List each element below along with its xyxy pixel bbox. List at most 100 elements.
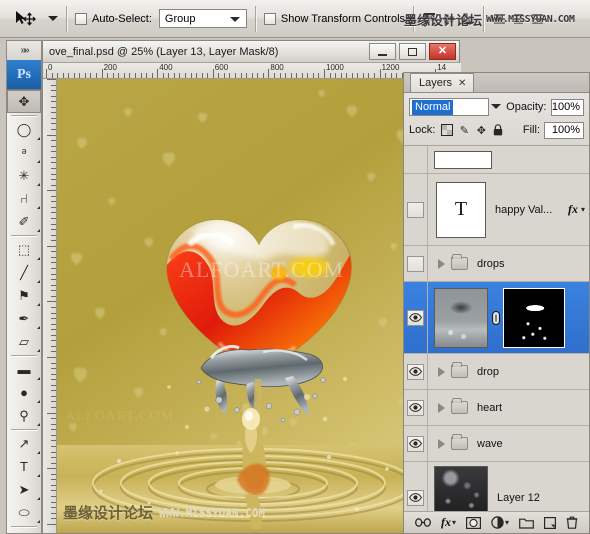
move-tool-icon[interactable]: ✥ bbox=[7, 90, 41, 113]
eraser-tool-icon[interactable]: ▱ bbox=[7, 330, 41, 353]
tool-flyout-triangle-icon[interactable] bbox=[37, 137, 40, 140]
layer-visibility-toggle[interactable] bbox=[404, 390, 428, 425]
tab-layers[interactable]: Layers ✕ bbox=[410, 73, 475, 92]
distribute-left-edges-icon[interactable] bbox=[492, 11, 507, 26]
layer-row-body[interactable]: drop bbox=[428, 354, 589, 389]
distribute-right-edges-icon[interactable] bbox=[530, 11, 545, 26]
layer-row[interactable]: drop bbox=[404, 354, 589, 390]
tool-flyout-triangle-icon[interactable] bbox=[37, 257, 40, 260]
layer-visibility-toggle[interactable] bbox=[404, 426, 428, 461]
tool-flyout-triangle-icon[interactable] bbox=[37, 280, 40, 283]
layer-row-body[interactable]: drops bbox=[428, 246, 589, 281]
move-tool-icon[interactable] bbox=[8, 7, 42, 31]
layer-row-body[interactable] bbox=[428, 282, 589, 353]
layer-row[interactable]: wave bbox=[404, 426, 589, 462]
marquee-tool-icon[interactable]: ◯ bbox=[7, 118, 41, 141]
new-group-icon[interactable] bbox=[519, 517, 534, 529]
layer-list[interactable]: Thappy Val... fx ▾ drops drop heart wave Layer … bbox=[404, 146, 589, 511]
layer-visibility-toggle[interactable] bbox=[404, 282, 428, 353]
toolbox-collapse-button[interactable]: »» bbox=[6, 40, 42, 60]
layer-row[interactable] bbox=[404, 146, 589, 174]
minimize-button[interactable] bbox=[369, 43, 396, 60]
align-top-edges-icon[interactable] bbox=[422, 11, 437, 26]
shape-tool-icon[interactable]: ⬭ bbox=[7, 501, 41, 524]
brush-tool-icon[interactable]: ╱ bbox=[7, 261, 41, 284]
tool-flyout-triangle-icon[interactable] bbox=[37, 349, 40, 352]
tool-flyout-triangle-icon[interactable] bbox=[37, 497, 40, 500]
tool-flyout-triangle-icon[interactable] bbox=[37, 183, 40, 186]
layer-row[interactable]: Layer 12 bbox=[404, 462, 589, 511]
document-titlebar[interactable]: ove_final.psd @ 25% (Layer 13, Layer Mas… bbox=[43, 41, 459, 63]
align-bottom-edges-icon[interactable] bbox=[460, 11, 475, 26]
layer-thumbnail-partial[interactable] bbox=[434, 150, 492, 169]
distribute-centers-icon[interactable] bbox=[511, 11, 526, 26]
auto-select-checkbox[interactable] bbox=[75, 12, 87, 25]
canvas-area[interactable]: ALFOART.COM ALFOART.COM 墨缘设计论坛 WWW.MISSY… bbox=[57, 79, 459, 533]
eye-icon[interactable] bbox=[407, 309, 424, 326]
layer-effects-indicator[interactable]: fx ▾ bbox=[568, 202, 589, 217]
layer-visibility-toggle[interactable] bbox=[404, 174, 428, 245]
auto-select-dropdown[interactable]: Group bbox=[158, 9, 247, 28]
eye-off-icon[interactable] bbox=[407, 255, 424, 272]
layer-visibility-toggle[interactable] bbox=[404, 462, 428, 511]
notes-tool-icon[interactable]: ὜9 bbox=[7, 529, 41, 534]
add-layer-style-icon[interactable]: fx ▾ bbox=[441, 515, 456, 530]
blur-tool-icon[interactable]: ● bbox=[7, 381, 41, 404]
layer-visibility-toggle[interactable] bbox=[404, 146, 428, 173]
layer-thumbnail[interactable] bbox=[434, 465, 488, 511]
layer-thumbnail-text[interactable]: T bbox=[436, 181, 486, 238]
align-vertical-centers-icon[interactable] bbox=[441, 11, 456, 26]
group-disclosure-triangle-icon[interactable] bbox=[438, 366, 445, 377]
link-layers-icon[interactable] bbox=[415, 517, 431, 528]
new-adjustment-layer-icon[interactable]: ▾ bbox=[491, 516, 509, 529]
eye-icon[interactable] bbox=[407, 489, 424, 506]
eye-icon[interactable] bbox=[407, 399, 424, 416]
opacity-input[interactable]: 100% bbox=[550, 98, 584, 116]
lock-all-icon[interactable] bbox=[491, 123, 505, 137]
chevron-down-icon[interactable]: ▾ bbox=[581, 205, 585, 214]
tool-flyout-triangle-icon[interactable] bbox=[37, 474, 40, 477]
tool-flyout-triangle-icon[interactable] bbox=[37, 400, 40, 403]
crop-tool-icon[interactable]: ⑁ bbox=[7, 187, 41, 210]
eye-off-icon[interactable] bbox=[407, 201, 424, 218]
group-disclosure-triangle-icon[interactable] bbox=[438, 438, 445, 449]
lasso-tool-icon[interactable]: ᵊ bbox=[7, 141, 41, 164]
layer-visibility-toggle[interactable] bbox=[404, 354, 428, 389]
layer-row-body[interactable]: wave bbox=[428, 426, 589, 461]
chevron-down-icon[interactable] bbox=[491, 104, 502, 109]
history-brush-tool-icon[interactable]: ✒ bbox=[7, 307, 41, 330]
tool-flyout-triangle-icon[interactable] bbox=[37, 326, 40, 329]
close-button[interactable]: ✕ bbox=[429, 43, 456, 60]
fill-input[interactable]: 100% bbox=[544, 121, 584, 139]
vertical-ruler[interactable] bbox=[43, 79, 57, 533]
gradient-tool-icon[interactable]: ▬ bbox=[7, 358, 41, 381]
tool-preset-dropdown[interactable] bbox=[48, 16, 58, 21]
layer-row-body[interactable]: Thappy Val... fx ▾ bbox=[428, 174, 589, 245]
tool-flyout-triangle-icon[interactable] bbox=[37, 229, 40, 232]
eye-icon[interactable] bbox=[407, 363, 424, 380]
mask-link-icon[interactable] bbox=[491, 310, 500, 326]
eyedropper-tool-icon[interactable]: ✐ bbox=[7, 210, 41, 233]
blend-mode-dropdown[interactable]: Normal bbox=[409, 98, 490, 116]
group-disclosure-triangle-icon[interactable] bbox=[438, 402, 445, 413]
new-layer-icon[interactable] bbox=[543, 516, 556, 529]
layer-mask-thumbnail[interactable] bbox=[503, 287, 565, 348]
clone-stamp-tool-icon[interactable]: ⚑ bbox=[7, 284, 41, 307]
close-icon[interactable]: ✕ bbox=[458, 78, 466, 89]
tool-flyout-triangle-icon[interactable] bbox=[37, 160, 40, 163]
tool-flyout-triangle-icon[interactable] bbox=[37, 520, 40, 523]
group-disclosure-triangle-icon[interactable] bbox=[438, 258, 445, 269]
show-transform-controls-checkbox[interactable] bbox=[263, 12, 276, 25]
add-layer-mask-icon[interactable] bbox=[465, 516, 481, 529]
type-tool-icon[interactable]: T bbox=[7, 455, 41, 478]
layer-row[interactable]: drops bbox=[404, 246, 589, 282]
tool-flyout-triangle-icon[interactable] bbox=[37, 303, 40, 306]
tool-flyout-triangle-icon[interactable] bbox=[37, 377, 40, 380]
healing-brush-tool-icon[interactable]: ⬚ bbox=[7, 238, 41, 261]
tool-flyout-triangle-icon[interactable] bbox=[37, 451, 40, 454]
layer-row-body[interactable]: heart bbox=[428, 390, 589, 425]
magic-wand-tool-icon[interactable]: ✳ bbox=[7, 164, 41, 187]
eye-icon[interactable] bbox=[407, 435, 424, 452]
layer-row[interactable]: heart bbox=[404, 390, 589, 426]
restore-button[interactable] bbox=[399, 43, 426, 60]
